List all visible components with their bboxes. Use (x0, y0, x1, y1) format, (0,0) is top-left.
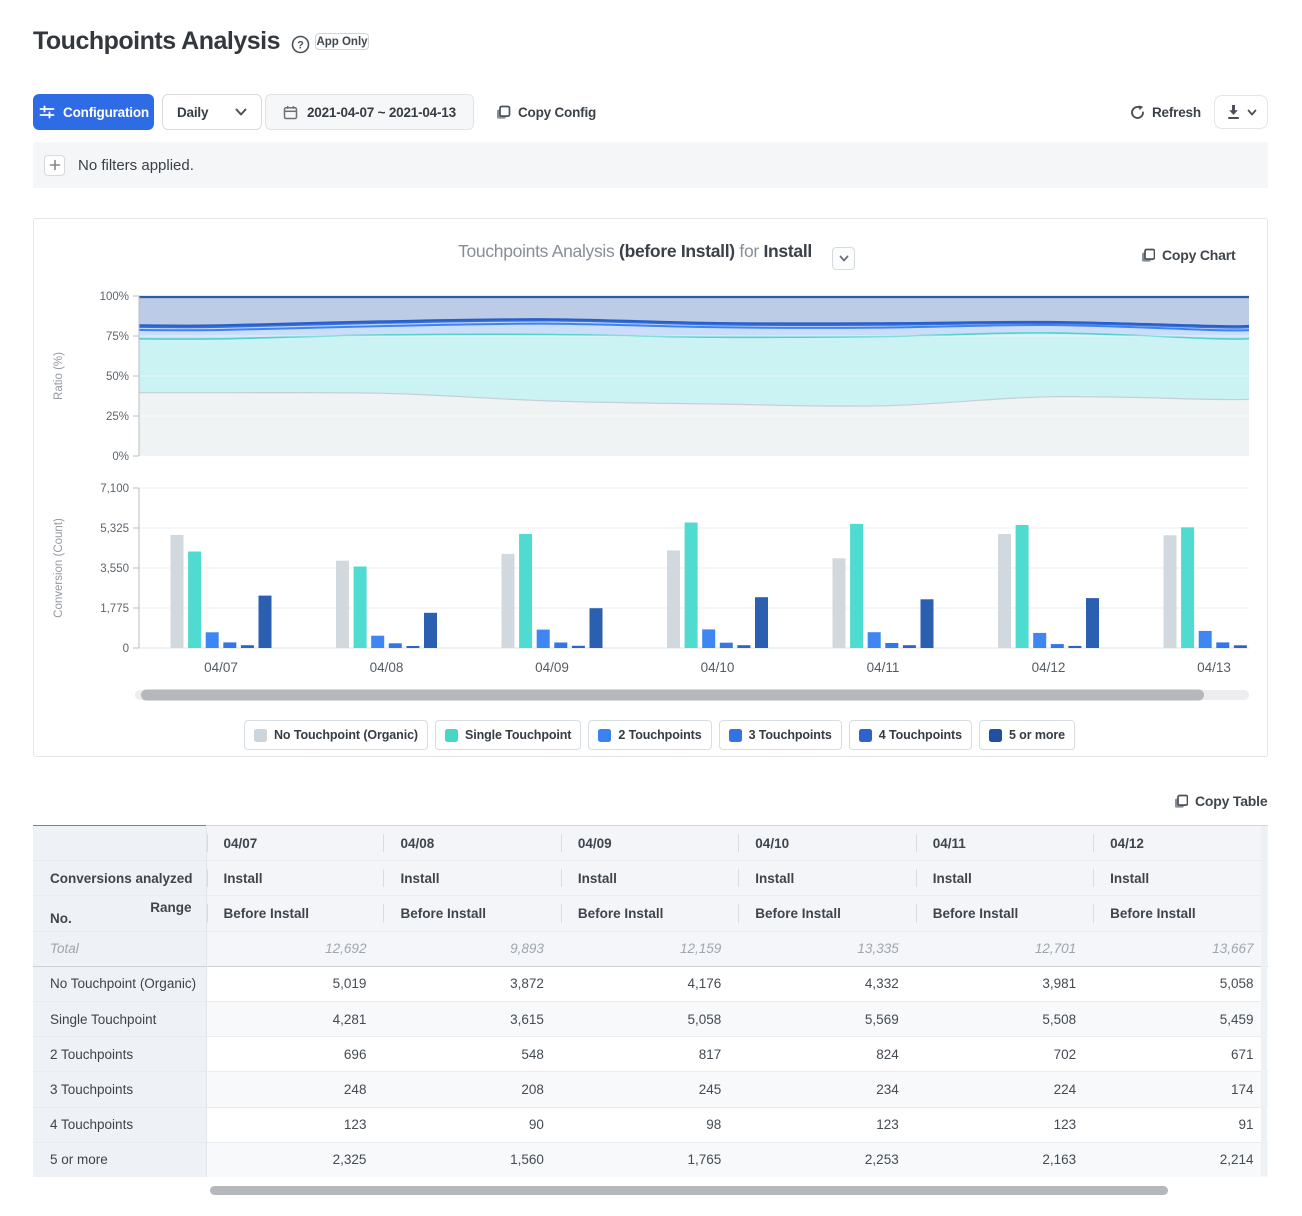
svg-text:7,100: 7,100 (100, 483, 129, 495)
svg-text:3,550: 3,550 (100, 563, 129, 575)
svg-text:0%: 0% (112, 451, 129, 463)
svg-text:04/08: 04/08 (370, 660, 404, 675)
svg-text:100%: 100% (100, 291, 129, 303)
svg-text:04/12: 04/12 (1032, 660, 1066, 675)
svg-text:25%: 25% (106, 411, 129, 423)
svg-text:04/09: 04/09 (535, 660, 569, 675)
svg-text:1,775: 1,775 (100, 603, 129, 615)
svg-text:04/11: 04/11 (867, 660, 900, 675)
svg-text:50%: 50% (106, 371, 129, 383)
svg-text:Conversion (Count): Conversion (Count) (53, 518, 65, 618)
svg-text:0: 0 (123, 643, 129, 655)
svg-text:75%: 75% (106, 331, 129, 343)
svg-text:04/10: 04/10 (701, 660, 735, 675)
svg-text:5,325: 5,325 (100, 523, 129, 535)
svg-text:Ratio (%): Ratio (%) (53, 352, 65, 400)
svg-text:04/13: 04/13 (1197, 660, 1231, 675)
svg-text:04/07: 04/07 (204, 660, 238, 675)
